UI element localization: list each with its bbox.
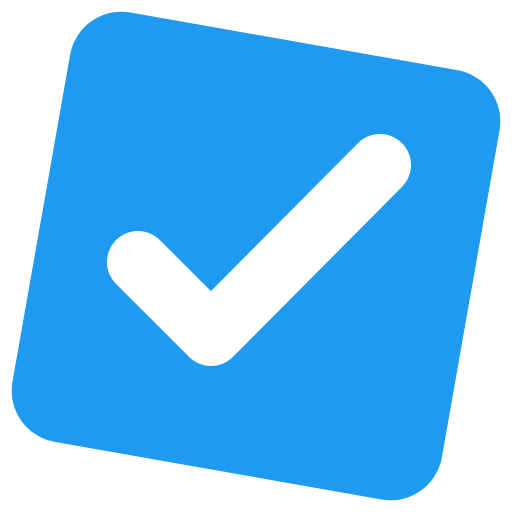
checkbox-checked-icon[interactable] xyxy=(0,0,512,512)
icon-canvas xyxy=(0,0,512,512)
